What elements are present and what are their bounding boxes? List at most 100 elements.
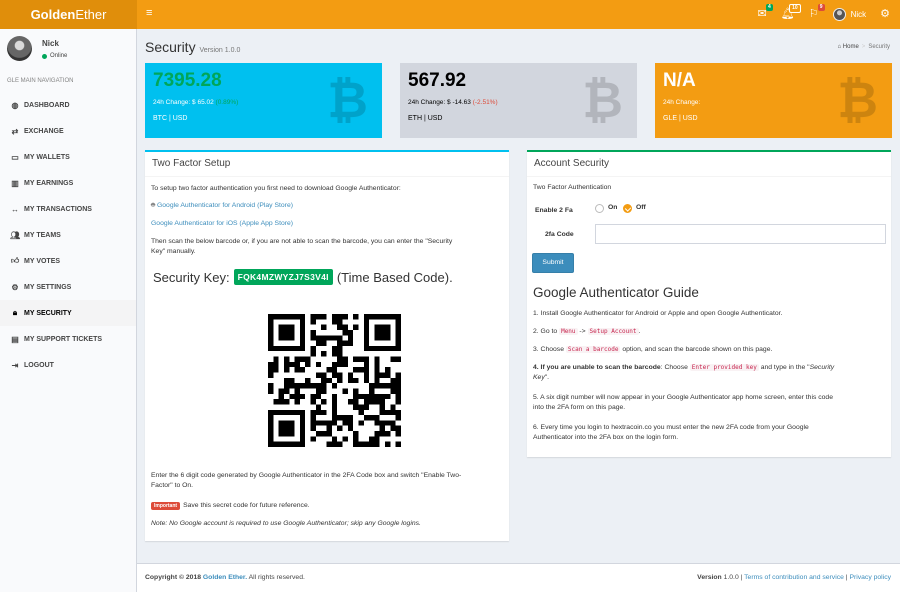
2fa-code-label: 2fa Code [545, 231, 574, 238]
bitcoin-icon: ₿ [837, 72, 878, 128]
guide-step-1: 1. Install Google Authenticator for Andr… [533, 310, 783, 317]
sidebar-item-security[interactable]: 🔒︎ MY SECURITY [0, 300, 136, 326]
android-icon: 🤖︎ [151, 202, 156, 209]
footer: Copyright © 2018 Golden Ether. All right… [137, 563, 900, 592]
sidebar-item-wallets[interactable]: ▭ MY WALLETS [0, 144, 136, 170]
guide-step-2: 2. Go to Menu -> Setup Account. [533, 328, 641, 335]
radio-off[interactable] [623, 204, 632, 213]
gle-price-box: N/A 24h Change: GLE | USD ₿ [655, 63, 892, 138]
guide-step-6: 6. Every time you login to hextracoin.co… [533, 424, 809, 441]
privacy-link[interactable]: Privacy policy [849, 574, 891, 581]
cogs-icon: ⚙ [11, 282, 19, 292]
flag-icon[interactable]: ⚐ 9 [809, 4, 825, 20]
coin-change: 24h Change: $ 65.02 (0.89%) [153, 99, 239, 106]
gears-icon[interactable]: ⚙ [880, 9, 890, 20]
android-link-row: 🤖︎ Google Authenticator for Android (Pla… [151, 201, 293, 211]
eth-price-box: 567.92 24h Change: $ -14.63 (-2.51%) ETH… [400, 63, 637, 138]
sidebar-item-settings[interactable]: ⚙ MY SETTINGS [0, 274, 136, 300]
sidebar: Nick Online GLE MAIN NAVIGATION ◍ DASHBOA… [0, 29, 137, 592]
security-key-label: Security Key: [153, 269, 230, 285]
breadcrumb-home[interactable]: Home [843, 44, 859, 50]
btc-price-box: 7395.28 24h Change: $ 65.02 (0.89%) BTC … [145, 63, 382, 138]
coin-pair: GLE | USD [663, 115, 698, 122]
coin-pair: ETH | USD [408, 115, 443, 122]
radio-on[interactable] [595, 204, 604, 213]
submit-button[interactable]: Submit [532, 253, 574, 273]
2fa-code-input[interactable] [595, 224, 886, 244]
security-key-row: Security Key: FQK4MZWYZJ7S3V4I (Time Bas… [153, 269, 453, 285]
sidebar-item-votes[interactable]: 👍︎ MY VOTES [0, 248, 136, 274]
nav-header: GLE MAIN NAVIGATION [0, 70, 136, 92]
bitcoin-icon: ₿ [582, 72, 623, 128]
users-icon: 👥︎ [10, 230, 21, 240]
terms-link[interactable]: Terms of contribution and service [744, 574, 844, 581]
avatar [7, 36, 32, 61]
note-text: Note: No Google account is required to u… [151, 520, 421, 527]
bar-chart-icon: ▥ [11, 178, 19, 188]
user-name: Nick [850, 10, 867, 19]
guide-step-4: 4. If you are unable to scan the barcode… [533, 364, 835, 381]
coin-pair: BTC | USD [153, 115, 188, 122]
exchange-icon: ⇄ [11, 126, 19, 136]
envelope-icon[interactable]: ✉ 4 [758, 4, 773, 20]
important-label: Important [151, 502, 181, 510]
brand-logo[interactable]: GoldenEther [0, 0, 137, 29]
two-factor-setup-box: Two Factor Setup To setup two factor aut… [145, 150, 509, 541]
flag-badge: 9 [817, 4, 825, 11]
footer-copyright: Copyright © 2018 Golden Ether. All right… [145, 574, 305, 581]
bell-icon[interactable]: 🔔︎ 10 [781, 4, 801, 20]
box-title: Account Security [534, 158, 610, 169]
box-title: Two Factor Setup [152, 158, 231, 169]
top-navbar: GoldenEther ≡ ✉ 4 🔔︎ 10 ⚐ 9 Nick ⚙ [0, 0, 900, 29]
sidebar-item-logout[interactable]: ⇥ LOGOUT [0, 352, 136, 378]
online-dot-icon [42, 53, 47, 59]
qr-code-image [268, 314, 401, 447]
sidebar-menu: ◍ DASHBOARD ⇄ EXCHANGE ▭ MY WALLETS ▥ MY EAR… [0, 92, 136, 378]
coin-price: 7395.28 [153, 70, 222, 91]
guide-title: Google Authenticator Guide [533, 285, 699, 300]
radio-on-label: On [608, 204, 618, 211]
account-security-box: Account Security Two Factor Authenticati… [527, 150, 891, 457]
coin-price: 567.92 [408, 70, 467, 91]
important-row: Important Save this secret code for futur… [151, 501, 310, 511]
coin-change: 24h Change: [663, 99, 701, 106]
guide-step-3: 3. Choose Scan a barcode option, and sca… [533, 346, 773, 353]
user-panel: Nick Online [0, 29, 136, 70]
scan-text: Then scan the below barcode or, if you a… [151, 238, 453, 255]
sidebar-item-earnings[interactable]: ▥ MY EARNINGS [0, 170, 136, 196]
home-icon: ⌂ [837, 44, 842, 50]
dashboard-icon: ◍ [11, 100, 19, 110]
company-link[interactable]: Golden Ether. [203, 574, 247, 581]
radio-off-label: Off [636, 204, 646, 211]
mail-badge: 4 [765, 4, 773, 11]
sidebar-item-transactions[interactable]: ↔ MY TRANSACTIONS [0, 196, 136, 222]
sidebar-item-support-tickets[interactable]: ▤ MY SUPPORT TICKETS [0, 326, 136, 352]
security-key-value: FQK4MZWYZJ7S3V4I [233, 269, 333, 285]
page-title: Security Version 1.0.0 [145, 39, 241, 55]
guide-step-5: 5. A six digit number will now appear in… [533, 394, 833, 411]
page-version: Version 1.0.0 [199, 47, 241, 54]
ios-store-link[interactable]: Google Authenticator for iOS (Apple App … [151, 220, 293, 227]
enter-code-text: Enter the 6 digit code generated by Goog… [151, 472, 462, 489]
breadcrumb-current: Security [868, 44, 890, 50]
file-icon: ▤ [11, 334, 19, 344]
two-factor-subtitle: Two Factor Authentication [533, 184, 612, 191]
sidebar-item-exchange[interactable]: ⇄ EXCHANGE [0, 118, 136, 144]
sidebar-item-teams[interactable]: 👥︎ MY TEAMS [0, 222, 136, 248]
time-based-text: (Time Based Code). [336, 269, 453, 285]
intro-text: To setup two factor authentication you f… [151, 185, 401, 192]
wallet-icon: ▭ [11, 152, 19, 162]
thumbs-up-icon: 👍︎ [10, 256, 20, 265]
logout-icon: ⇥ [11, 360, 19, 370]
hamburger-icon[interactable]: ≡ [146, 7, 152, 19]
user-status: Online [42, 53, 67, 59]
coin-change: 24h Change: $ -14.63 (-2.51%) [408, 99, 498, 106]
navbar-right: ✉ 4 🔔︎ 10 ⚐ 9 Nick ⚙ [758, 0, 890, 29]
ios-link-row: Google Authenticator for iOS (Apple App … [151, 219, 293, 229]
lock-icon: 🔒︎ [12, 308, 18, 317]
avatar [832, 8, 846, 21]
android-store-link[interactable]: Google Authenticator for Android (Play S… [157, 202, 293, 209]
user-menu[interactable]: Nick [832, 8, 867, 21]
sidebar-item-dashboard[interactable]: ◍ DASHBOARD [0, 92, 136, 118]
bitcoin-icon: ₿ [327, 72, 368, 128]
